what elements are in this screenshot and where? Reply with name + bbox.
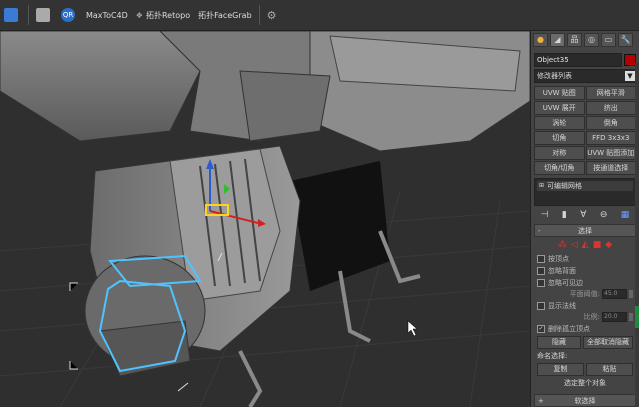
element-icon[interactable]: ◆ <box>605 240 612 250</box>
show-end-result-icon[interactable]: ▮ <box>562 210 567 220</box>
modifier-buttons: UVW 贴图 网格平滑 UVW 展开 挤出 涡轮 倒角 切角 FFD 3x3x3… <box>534 86 636 175</box>
modifier-button[interactable]: 网格平滑 <box>585 86 636 100</box>
checkbox-show-normals[interactable]: 显示法线 <box>537 300 633 311</box>
modifier-button[interactable]: 涡轮 <box>534 116 585 130</box>
spinner-value[interactable]: 45.0 <box>602 289 627 299</box>
checkbox-label: 删除孤立顶点 <box>548 324 590 333</box>
modifier-button[interactable]: 倒角 <box>585 116 636 130</box>
pin-stack-icon[interactable]: ⊣ <box>541 210 549 220</box>
facegrab-button[interactable]: 拓扑FaceGrab <box>194 4 256 26</box>
polygon-icon[interactable]: ■ <box>593 240 602 250</box>
retopo-label: 拓扑Retopo <box>145 10 191 20</box>
modifier-list-dropdown[interactable]: 修改器列表 ▼ <box>534 69 636 83</box>
modifier-button[interactable]: 切角/切角 <box>534 161 585 175</box>
modifier-button[interactable]: UVW 展开 <box>534 101 585 115</box>
soft-selection-rollout-header[interactable]: + 软选择 <box>534 394 636 407</box>
unhide-all-button[interactable]: 全部取消隐藏 <box>583 336 633 349</box>
make-unique-icon[interactable]: ∀ <box>580 210 586 220</box>
configure-sets-icon[interactable]: ▦ <box>621 210 630 220</box>
display-tab[interactable]: ▭ <box>601 33 616 47</box>
checkbox-by-vertex[interactable]: 按顶点 <box>537 253 633 264</box>
paste-button[interactable]: 粘贴 <box>586 363 633 376</box>
checkbox-box[interactable] <box>537 266 545 275</box>
modify-tab[interactable]: ◢ <box>550 33 565 47</box>
checkbox-delete-isolated[interactable]: ✓ 删除孤立顶点 <box>537 323 633 334</box>
checkbox-ignore-backfacing[interactable]: 忽略背面 <box>537 265 633 276</box>
expand-icon[interactable]: ⊞ <box>539 181 544 191</box>
face-icon[interactable]: ◭ <box>582 240 589 250</box>
panel-scroll-thumb[interactable] <box>635 306 639 328</box>
rollout-title: 选择 <box>578 226 592 235</box>
checkbox-box-checked[interactable]: ✓ <box>537 324 545 333</box>
modifier-button[interactable]: 挤出 <box>585 101 636 115</box>
vertex-icon[interactable]: ⁂ <box>558 240 567 250</box>
retopo-icon: ❖ <box>135 10 143 20</box>
script-icon[interactable] <box>32 4 57 26</box>
stack-toolbar: ⊣ ▮ ∀ ⊖ ▦ <box>534 210 636 220</box>
checkbox-label: 忽略背面 <box>548 266 576 275</box>
gear-icon[interactable]: ⚙ <box>263 4 281 26</box>
modifier-button[interactable]: UVW 贴图添加 <box>585 146 636 160</box>
modifier-button[interactable]: 切角 <box>534 131 585 145</box>
main-toolbar: QR MaxToC4D ❖ 拓扑Retopo 拓扑FaceGrab ⚙ <box>0 0 639 31</box>
stack-item-label: 可编辑网格 <box>547 182 583 190</box>
stack-item-editable-mesh[interactable]: ⊞ 可编辑网格 <box>537 181 633 191</box>
named-selections-label: 命名选择: <box>537 352 568 360</box>
qr-icon: QR <box>61 8 75 22</box>
spinner-arrows[interactable] <box>629 290 633 298</box>
object-name-field[interactable]: Object35 <box>534 53 622 67</box>
chevron-down-icon: ▼ <box>625 71 635 81</box>
spinner-value[interactable]: 20.0 <box>602 312 627 322</box>
expand-icon: + <box>538 396 544 405</box>
selection-status-text: 选定整个对象 <box>564 379 606 387</box>
collapse-icon: - <box>538 226 541 235</box>
modifier-button[interactable]: 按通道选择 <box>585 161 636 175</box>
toolbar-separator <box>258 5 260 25</box>
checkbox-box[interactable] <box>537 278 545 287</box>
modifier-button[interactable]: UVW 贴图 <box>534 86 585 100</box>
planar-threshold-spinner[interactable]: 平面阈值: 45.0 <box>537 289 633 299</box>
viewport-scene <box>0 31 530 407</box>
modifier-stack: ⊞ 可编辑网格 <box>534 178 636 206</box>
checkbox-label: 按顶点 <box>548 254 569 263</box>
modifier-button[interactable]: FFD 3x3x3 <box>585 131 636 145</box>
motion-tab[interactable]: ◎ <box>584 33 599 47</box>
scale-spinner[interactable]: 比例: 20.0 <box>537 312 633 322</box>
retopo-button[interactable]: ❖ 拓扑Retopo <box>132 4 194 26</box>
spinner-arrows[interactable] <box>629 313 633 321</box>
spinner-label: 比例: <box>583 313 600 321</box>
maxtoc4d-button[interactable]: MaxToC4D <box>82 4 132 26</box>
remove-modifier-icon[interactable]: ⊖ <box>600 210 608 220</box>
create-tab[interactable]: ● <box>533 33 548 47</box>
command-panel: ● ◢ 品 ◎ ▭ 🔧 Object35 修改器列表 ▼ UVW 贴图 网格平滑… <box>530 31 639 407</box>
checkbox-ignore-visible-edges[interactable]: 忽略可见边 <box>537 277 633 288</box>
command-panel-tabs: ● ◢ 品 ◎ ▭ 🔧 <box>531 31 639 51</box>
checkbox-label: 显示法线 <box>548 301 576 310</box>
checkbox-box[interactable] <box>537 254 545 263</box>
selection-rollout-header[interactable]: - 选择 <box>534 224 636 237</box>
subobject-level-icons: ⁂ ◁ ◭ ■ ◆ <box>531 240 639 250</box>
edge-icon[interactable]: ◁ <box>571 240 578 250</box>
render-icon[interactable] <box>0 4 25 26</box>
perspective-viewport[interactable] <box>0 31 530 407</box>
hierarchy-tab[interactable]: 品 <box>567 33 582 47</box>
utilities-tab[interactable]: 🔧 <box>618 33 633 47</box>
modifier-list-label: 修改器列表 <box>537 72 572 80</box>
modifier-button[interactable]: 对称 <box>534 146 585 160</box>
panel-scrollbar[interactable] <box>635 63 639 406</box>
qr-button[interactable]: QR <box>57 4 82 26</box>
spinner-label: 平面阈值: <box>569 290 600 298</box>
copy-button[interactable]: 复制 <box>537 363 584 376</box>
checkbox-box[interactable] <box>537 301 545 310</box>
toolbar-separator <box>28 5 29 25</box>
rollout-title: 软选择 <box>574 396 596 405</box>
checkbox-label: 忽略可见边 <box>548 278 583 287</box>
hide-button[interactable]: 隐藏 <box>537 336 581 349</box>
